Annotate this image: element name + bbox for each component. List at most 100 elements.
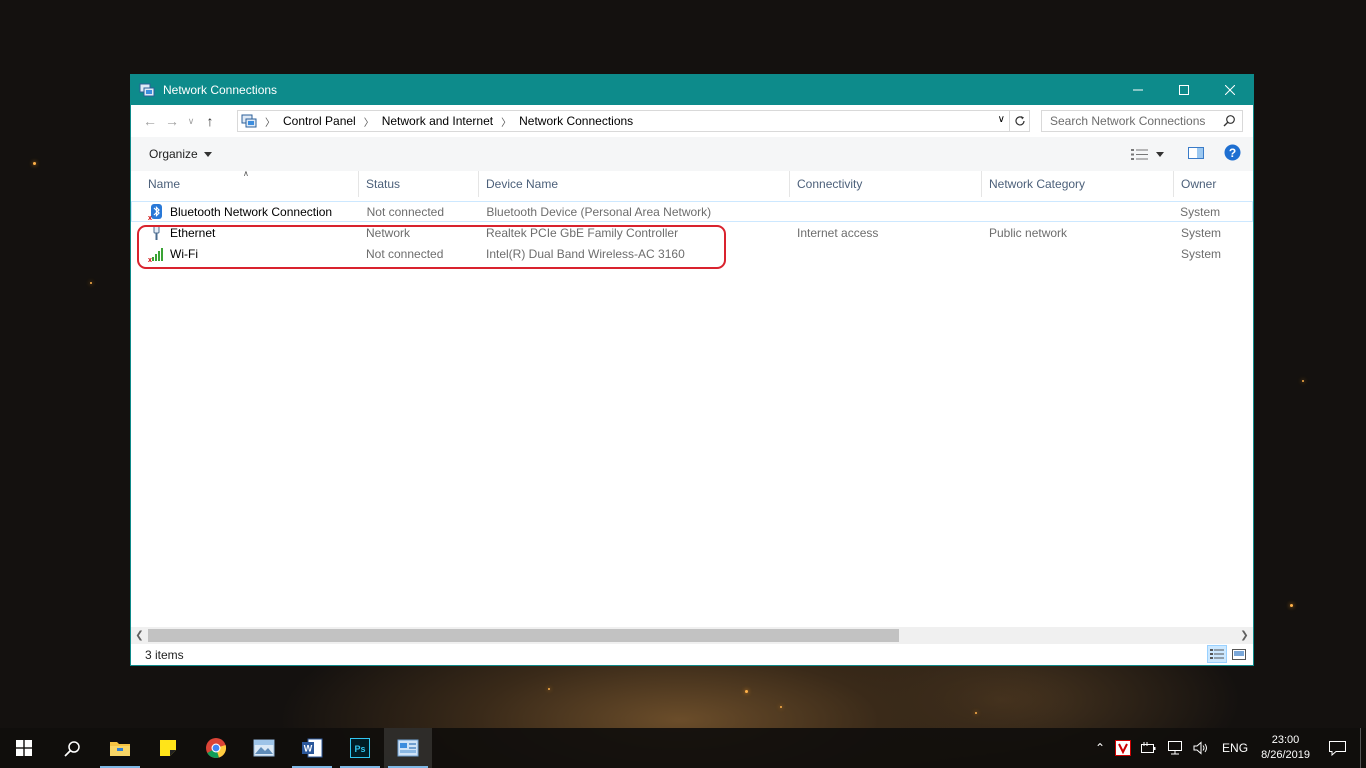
column-header-owner[interactable]: Owner <box>1174 171 1253 197</box>
forward-button[interactable]: → <box>161 109 183 133</box>
clock-date: 8/26/2019 <box>1261 749 1310 761</box>
svg-text:Ps: Ps <box>354 744 365 754</box>
connection-category: Public network <box>989 225 1068 240</box>
change-view-button[interactable] <box>1131 148 1164 161</box>
vivaldi-icon <box>1115 740 1132 756</box>
sticky-notes-icon <box>160 740 176 756</box>
scroll-right-icon[interactable]: ❯ <box>1236 627 1253 644</box>
organize-label: Organize <box>149 147 198 161</box>
show-hidden-icons-button[interactable]: ⌃ <box>1090 728 1110 768</box>
column-header-device-name[interactable]: Device Name <box>479 171 790 197</box>
close-icon <box>1225 85 1235 95</box>
scroll-left-icon[interactable]: ❮ <box>131 627 148 644</box>
back-button[interactable]: ← <box>139 109 161 133</box>
network-connections-window: Network Connections ← → ∨ ↑ 〉 Control Pa… <box>130 74 1254 666</box>
column-header-status[interactable]: Status <box>359 171 479 197</box>
breadcrumb-control-panel[interactable]: Control Panel <box>283 114 356 128</box>
search-box[interactable] <box>1041 110 1243 132</box>
scrollbar-thumb[interactable] <box>148 629 899 642</box>
large-icons-view-icon <box>1232 648 1246 660</box>
spark <box>1290 604 1293 607</box>
connection-status: Not connected <box>366 204 444 219</box>
show-desktop-button[interactable] <box>1360 728 1366 768</box>
start-button[interactable] <box>0 728 48 768</box>
vivaldi-tray-icon[interactable] <box>1110 728 1136 768</box>
network-connections-taskbar-button[interactable] <box>384 728 432 768</box>
address-dropdown-icon[interactable]: ∨ <box>998 114 1005 125</box>
file-explorer-taskbar-button[interactable] <box>96 728 144 768</box>
column-header-label: Status <box>366 177 401 191</box>
bluetooth-icon: x <box>148 203 164 220</box>
address-bar[interactable]: 〉 Control Panel 〉 Network and Internet 〉… <box>237 110 1010 132</box>
connection-row-wifi[interactable]: x Wi-Fi Not connected Intel(R) Dual Band… <box>131 243 1253 264</box>
ethernet-icon <box>148 224 164 241</box>
windows-logo-icon <box>16 740 32 756</box>
photoshop-taskbar-button[interactable]: Ps <box>336 728 384 768</box>
large-icons-view-button[interactable] <box>1229 645 1249 663</box>
minimize-button[interactable] <box>1115 75 1161 105</box>
connection-name: Bluetooth Network Connection <box>170 204 333 219</box>
breadcrumb-network-connections[interactable]: Network Connections <box>519 114 633 128</box>
network-tray-icon[interactable] <box>1162 728 1188 768</box>
arrow-left-icon: ← <box>143 113 157 129</box>
svg-text:W: W <box>304 744 313 754</box>
action-center-button[interactable] <box>1315 728 1360 768</box>
connection-name: Wi-Fi <box>170 246 198 261</box>
control-panel-icon <box>397 739 419 757</box>
up-button[interactable]: ↑ <box>199 109 221 133</box>
breadcrumb-network-and-internet[interactable]: Network and Internet <box>382 114 493 128</box>
spark <box>780 706 782 708</box>
svg-text:x: x <box>148 215 152 220</box>
preview-pane-button[interactable] <box>1188 146 1204 162</box>
connection-row-ethernet[interactable]: Ethernet Network Realtek PCIe GbE Family… <box>131 222 1253 243</box>
notification-icon <box>1329 740 1346 756</box>
help-icon: ? <box>1224 144 1241 161</box>
chrome-taskbar-button[interactable] <box>192 728 240 768</box>
photos-taskbar-button[interactable] <box>240 728 288 768</box>
folder-icon <box>110 742 130 756</box>
help-button[interactable]: ? <box>1224 144 1241 164</box>
volume-tray-icon[interactable] <box>1188 728 1214 768</box>
search-icon[interactable] <box>1223 114 1236 130</box>
network-wired-icon <box>1168 741 1183 755</box>
clock-time: 23:00 <box>1271 734 1300 746</box>
details-view-icon <box>1210 649 1224 659</box>
connection-device: Bluetooth Device (Personal Area Network) <box>486 204 712 219</box>
spark <box>975 712 977 714</box>
item-count: 3 items <box>145 647 184 662</box>
close-button[interactable] <box>1207 75 1253 105</box>
recent-locations-button[interactable]: ∨ <box>183 109 199 133</box>
column-header-name[interactable]: Name ∧ <box>131 169 359 197</box>
svg-text:x: x <box>148 257 152 262</box>
taskbar: W Ps ⌃ ENG 23:00 8/26/2019 <box>0 728 1366 768</box>
details-view-button[interactable] <box>1207 645 1227 663</box>
search-input[interactable] <box>1048 113 1222 129</box>
sticky-notes-taskbar-button[interactable] <box>144 728 192 768</box>
spark <box>548 688 550 690</box>
arrow-up-icon: ↑ <box>206 113 214 129</box>
organize-button[interactable]: Organize <box>149 147 212 161</box>
connections-list: x Bluetooth Network Connection Not conne… <box>131 201 1253 264</box>
minimize-icon <box>1133 89 1143 91</box>
arrow-right-icon: → <box>165 113 179 129</box>
refresh-button[interactable] <box>1010 110 1030 132</box>
connection-row-bluetooth[interactable]: x Bluetooth Network Connection Not conne… <box>131 201 1253 222</box>
caret-down-icon <box>1156 151 1164 157</box>
maximize-button[interactable] <box>1161 75 1207 105</box>
column-header-network-category[interactable]: Network Category <box>982 171 1174 197</box>
word-taskbar-button[interactable]: W <box>288 728 336 768</box>
clock[interactable]: 23:00 8/26/2019 <box>1256 728 1315 768</box>
breadcrumb-separator[interactable]: 〉 <box>501 114 511 129</box>
breadcrumb-separator[interactable]: 〉 <box>364 114 374 129</box>
spark <box>90 282 92 284</box>
connection-device: Intel(R) Dual Band Wireless-AC 3160 <box>486 246 685 261</box>
column-header-label: Device Name <box>486 177 559 191</box>
title-bar[interactable]: Network Connections <box>131 75 1253 105</box>
word-icon: W <box>302 738 323 758</box>
column-header-connectivity[interactable]: Connectivity <box>790 171 982 197</box>
power-tray-icon[interactable] <box>1136 728 1162 768</box>
search-taskbar-button[interactable] <box>48 728 96 768</box>
horizontal-scrollbar[interactable]: ❮ ❯ <box>131 627 1253 644</box>
svg-text:?: ? <box>1229 146 1236 160</box>
language-indicator[interactable]: ENG <box>1214 728 1256 768</box>
